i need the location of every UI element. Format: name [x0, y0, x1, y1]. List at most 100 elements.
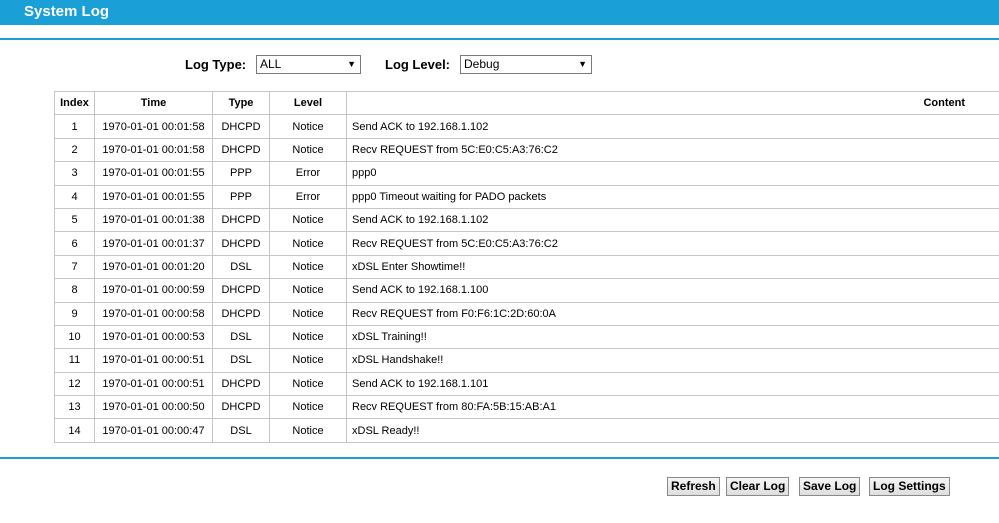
table-row: 5 1970-01-01 00:01:38 DHCPD Notice Send ACK …	[54, 207, 999, 233]
cell-content: Send ACK to 192.168.1.102	[346, 114, 999, 139]
log-type-value: ALL	[260, 57, 282, 71]
cell-type: DHCPD	[212, 114, 270, 139]
cell-type: PPP	[212, 161, 270, 186]
cell-time: 1970-01-01 00:01:20	[94, 254, 213, 280]
cell-type: DHCPD	[212, 371, 270, 397]
cell-content: ppp0	[346, 161, 999, 186]
cell-index: 1	[54, 114, 95, 139]
cell-type: DHCPD	[212, 395, 270, 420]
cell-index: 12	[54, 371, 95, 397]
cell-time: 1970-01-01 00:00:58	[94, 301, 213, 326]
log-type-select[interactable]: ALL ▼	[256, 55, 361, 74]
cell-content: Recv REQUEST from F0:F6:1C:2D:60:0A	[346, 301, 999, 326]
cell-index: 2	[54, 137, 95, 163]
cell-content: Send ACK to 192.168.1.100	[346, 278, 999, 303]
column-header-content: Content	[346, 90, 999, 116]
cell-type: PPP	[212, 184, 270, 209]
log-level-value: Debug	[464, 57, 500, 71]
page-title: System Log	[24, 3, 110, 20]
cell-content: Recv REQUEST from 80:FA:5B:15:AB:A1	[346, 395, 999, 420]
cell-level: Error	[269, 161, 347, 186]
cell-time: 1970-01-01 00:00:47	[94, 418, 213, 443]
cell-time: 1970-01-01 00:00:53	[94, 324, 213, 350]
cell-index: 5	[54, 207, 95, 233]
cell-type: DHCPD	[212, 207, 270, 233]
refresh-button[interactable]: Refresh	[667, 477, 720, 496]
cell-content: xDSL Ready!!	[346, 418, 999, 443]
cell-index: 14	[54, 418, 95, 443]
cell-index: 3	[54, 161, 95, 186]
title-bar: System Log	[0, 0, 999, 25]
chevron-down-icon: ▼	[578, 59, 587, 69]
cell-level: Notice	[269, 231, 347, 256]
cell-time: 1970-01-01 00:00:50	[94, 395, 213, 420]
cell-content: Recv REQUEST from 5C:E0:C5:A3:76:C2	[346, 231, 999, 256]
top-divider	[0, 38, 999, 40]
cell-level: Notice	[269, 254, 347, 280]
cell-level: Notice	[269, 418, 347, 443]
cell-content: Send ACK to 192.168.1.102	[346, 207, 999, 233]
cell-time: 1970-01-01 00:01:58	[94, 137, 213, 163]
cell-level: Notice	[269, 114, 347, 139]
cell-type: DHCPD	[212, 301, 270, 326]
column-header-index: Index	[54, 90, 95, 116]
table-row: 13 1970-01-01 00:00:50 DHCPD Notice Recv REQ…	[54, 395, 999, 420]
cell-content: xDSL Training!!	[346, 324, 999, 350]
cell-time: 1970-01-01 00:01:58	[94, 114, 213, 139]
cell-type: DSL	[212, 418, 270, 443]
cell-time: 1970-01-01 00:01:38	[94, 207, 213, 233]
table-row: 8 1970-01-01 00:00:59 DHCPD Notice Send ACK …	[54, 278, 999, 303]
cell-type: DHCPD	[212, 231, 270, 256]
cell-content: Recv REQUEST from 5C:E0:C5:A3:76:C2	[346, 137, 999, 163]
log-level-select[interactable]: Debug ▼	[460, 55, 592, 74]
cell-type: DHCPD	[212, 278, 270, 303]
clear-log-button[interactable]: Clear Log	[726, 477, 790, 496]
cell-content: xDSL Handshake!!	[346, 348, 999, 373]
log-level-label: Log Level:	[385, 57, 451, 72]
cell-type: DSL	[212, 348, 270, 373]
cell-index: 9	[54, 301, 95, 326]
cell-level: Notice	[269, 278, 347, 303]
table-row: 14 1970-01-01 00:00:47 DSL Notice xDSL Ready…	[54, 418, 999, 443]
cell-level: Notice	[269, 324, 347, 350]
column-header-type: Type	[212, 90, 270, 116]
cell-type: DSL	[212, 324, 270, 350]
column-header-time: Time	[94, 90, 213, 116]
cell-time: 1970-01-01 00:00:51	[94, 371, 213, 397]
cell-type: DHCPD	[212, 137, 270, 163]
cell-content: ppp0 Timeout waiting for PADO packets	[346, 184, 999, 209]
table-row: 7 1970-01-01 00:01:20 DSL Notice xDSL Enter …	[54, 254, 999, 280]
cell-index: 11	[54, 348, 95, 373]
table-row: 3 1970-01-01 00:01:55 PPP Error ppp0	[54, 161, 999, 186]
cell-level: Error	[269, 184, 347, 209]
table-row: 9 1970-01-01 00:00:58 DHCPD Notice Recv REQU…	[54, 301, 999, 326]
cell-index: 7	[54, 254, 95, 280]
log-settings-button[interactable]: Log Settings	[869, 477, 950, 496]
cell-time: 1970-01-01 00:01:37	[94, 231, 213, 256]
cell-level: Notice	[269, 371, 347, 397]
table-row: 11 1970-01-01 00:00:51 DSL Notice xDSL Hands…	[54, 348, 999, 373]
cell-index: 8	[54, 278, 95, 303]
cell-index: 6	[54, 231, 95, 256]
cell-time: 1970-01-01 00:01:55	[94, 184, 213, 209]
table-row: 4 1970-01-01 00:01:55 PPP Error ppp0 Timeout…	[54, 184, 999, 209]
cell-level: Notice	[269, 301, 347, 326]
cell-index: 13	[54, 395, 95, 420]
table-row: 2 1970-01-01 00:01:58 DHCPD Notice Recv REQU…	[54, 137, 999, 163]
table-row: 1 1970-01-01 00:01:58 DHCPD Notice Send ACK …	[54, 114, 999, 139]
table-row: 12 1970-01-01 00:00:51 DHCPD Notice Send ACK…	[54, 371, 999, 397]
log-table: Index Time Type Level Content 1 1970-01-0…	[54, 90, 999, 443]
table-row: 10 1970-01-01 00:00:53 DSL Notice xDSL Train…	[54, 324, 999, 350]
cell-content: Send ACK to 192.168.1.101	[346, 371, 999, 397]
cell-type: DSL	[212, 254, 270, 280]
cell-index: 4	[54, 184, 95, 209]
filter-bar: Log Type: ALL ▼ Log Level: Debug ▼	[0, 55, 999, 75]
cell-content: xDSL Enter Showtime!!	[346, 254, 999, 280]
chevron-down-icon: ▼	[347, 59, 356, 69]
table-row: 6 1970-01-01 00:01:37 DHCPD Notice Recv REQU…	[54, 231, 999, 256]
bottom-divider	[0, 457, 999, 459]
cell-level: Notice	[269, 395, 347, 420]
cell-level: Notice	[269, 137, 347, 163]
cell-time: 1970-01-01 00:00:59	[94, 278, 213, 303]
save-log-button[interactable]: Save Log	[799, 477, 861, 496]
